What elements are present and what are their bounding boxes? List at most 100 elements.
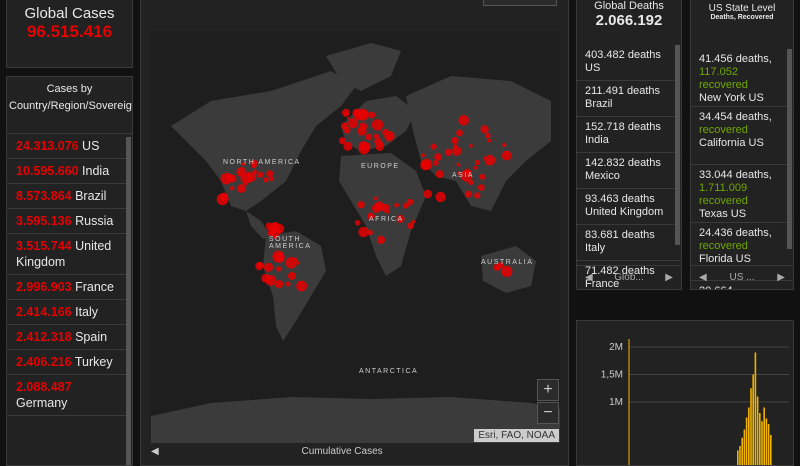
case-dot[interactable] xyxy=(433,160,439,166)
case-dot[interactable] xyxy=(431,144,437,150)
deaths-list-scrollbar[interactable] xyxy=(675,45,680,245)
case-dot[interactable] xyxy=(496,267,500,271)
case-dot[interactable] xyxy=(485,155,496,166)
case-dot[interactable] xyxy=(357,126,366,135)
case-dot[interactable] xyxy=(456,130,463,137)
deaths-list[interactable]: 403.482 deathsUS211.491 deathsBrazil152.… xyxy=(577,45,682,290)
chart-bar[interactable] xyxy=(744,430,746,466)
case-dot[interactable] xyxy=(453,144,457,148)
chart-bar[interactable] xyxy=(741,438,743,466)
case-dot[interactable] xyxy=(372,203,382,213)
country-row[interactable]: 2.406.216 Turkey xyxy=(7,350,127,375)
case-dot[interactable] xyxy=(263,177,268,182)
zoom-out-button[interactable]: − xyxy=(537,402,559,424)
chart-bar[interactable] xyxy=(750,388,752,466)
case-dot[interactable] xyxy=(381,204,390,213)
case-dot[interactable] xyxy=(237,184,246,193)
country-row[interactable]: 10.595.660 India xyxy=(7,159,127,184)
case-dot[interactable] xyxy=(372,119,383,130)
case-dot[interactable] xyxy=(222,196,227,201)
chart-bar[interactable] xyxy=(761,421,763,466)
case-dot[interactable] xyxy=(374,138,382,146)
map-footer[interactable]: ◀ Cumulative Cases xyxy=(151,446,383,457)
case-dot[interactable] xyxy=(485,133,491,139)
case-dot[interactable] xyxy=(359,141,368,150)
country-row[interactable]: 2.412.318 Spain xyxy=(7,325,127,350)
case-dot[interactable] xyxy=(286,282,291,287)
case-dot[interactable] xyxy=(483,157,486,160)
us-state-scrollbar[interactable] xyxy=(787,49,792,249)
world-map[interactable]: NORTH AMERICA SOUTH AMERICA EUROPE AFRIC… xyxy=(151,31,560,443)
daily-cases-chart[interactable]: 2M1,5M1M xyxy=(577,321,794,466)
chevron-left-icon[interactable]: ◀ xyxy=(699,272,707,283)
case-dot[interactable] xyxy=(412,220,415,223)
case-dot[interactable] xyxy=(357,109,369,121)
case-dot[interactable] xyxy=(468,180,473,185)
country-row[interactable]: 2.996.903 France xyxy=(7,275,127,300)
country-row[interactable]: 8.573.864 Brazil xyxy=(7,184,127,209)
case-dot[interactable] xyxy=(445,149,452,156)
case-dot[interactable] xyxy=(341,122,348,129)
case-dot[interactable] xyxy=(407,223,414,230)
case-dot[interactable] xyxy=(488,139,492,143)
case-dot[interactable] xyxy=(261,274,270,283)
deaths-row[interactable]: 211.491 deathsBrazil xyxy=(577,81,682,117)
case-dot[interactable] xyxy=(479,174,485,180)
case-dot[interactable] xyxy=(226,174,234,182)
case-dot[interactable] xyxy=(451,137,458,144)
country-row[interactable]: 24.313.076 US xyxy=(7,134,127,159)
case-dot[interactable] xyxy=(481,125,489,133)
map-attribution[interactable]: Esri, FAO, NOAA xyxy=(474,429,559,442)
case-dot[interactable] xyxy=(297,261,300,264)
chevron-left-icon[interactable]: ◀ xyxy=(585,272,593,283)
country-row[interactable]: 3.595.136 Russia xyxy=(7,209,127,234)
case-dot[interactable] xyxy=(474,192,480,198)
us-state-row[interactable]: 41.456 deaths, 117.052 recoveredNew York… xyxy=(691,49,794,107)
chart-bar[interactable] xyxy=(766,419,768,466)
case-dot[interactable] xyxy=(276,266,281,271)
case-dot[interactable] xyxy=(421,159,432,170)
case-dot[interactable] xyxy=(387,135,391,139)
case-dot[interactable] xyxy=(374,197,378,201)
case-dot[interactable] xyxy=(257,172,263,178)
us-state-list[interactable]: 41.456 deaths, 117.052 recoveredNew York… xyxy=(691,49,794,290)
country-row[interactable]: 3.515.744 United Kingdom xyxy=(7,234,127,275)
case-dot[interactable] xyxy=(230,186,234,190)
case-dot[interactable] xyxy=(502,143,506,147)
deaths-row[interactable]: 83.681 deathsItaly xyxy=(577,225,682,261)
case-dot[interactable] xyxy=(358,227,369,238)
zoom-in-button[interactable]: + xyxy=(537,379,559,401)
deaths-pager[interactable]: ◀ Glob... ▶ xyxy=(577,265,681,289)
case-dot[interactable] xyxy=(457,163,461,167)
us-state-row[interactable]: 34.454 deaths, recoveredCalifornia US xyxy=(691,107,794,165)
case-dot[interactable] xyxy=(452,146,461,155)
deaths-row[interactable]: 403.482 deathsUS xyxy=(577,45,682,81)
case-dot[interactable] xyxy=(266,170,273,177)
chart-bar[interactable] xyxy=(746,417,748,466)
map-toolbar[interactable] xyxy=(483,0,557,6)
chart-bar[interactable] xyxy=(759,413,761,466)
chart-bar[interactable] xyxy=(737,450,739,466)
case-dot[interactable] xyxy=(377,236,385,244)
case-dot[interactable] xyxy=(474,166,478,170)
chevron-left-icon[interactable]: ◀ xyxy=(151,446,159,457)
case-dot[interactable] xyxy=(407,199,414,206)
case-dot[interactable] xyxy=(255,262,263,270)
case-dot[interactable] xyxy=(355,220,361,226)
case-dot[interactable] xyxy=(475,160,480,165)
country-row[interactable]: 2.414.166 Italy xyxy=(7,300,127,325)
case-dot[interactable] xyxy=(264,263,273,272)
case-dot[interactable] xyxy=(294,258,297,261)
country-list-scrollbar[interactable] xyxy=(126,137,131,466)
case-dot[interactable] xyxy=(394,203,399,208)
case-dot[interactable] xyxy=(365,134,372,141)
chart-bar[interactable] xyxy=(763,408,765,466)
chart-bar[interactable] xyxy=(770,435,772,466)
us-state-pager[interactable]: ◀ US ... ▶ xyxy=(691,265,793,289)
case-dot[interactable] xyxy=(343,142,352,151)
case-dot[interactable] xyxy=(241,173,252,184)
deaths-row[interactable]: 142.832 deathsMexico xyxy=(577,153,682,189)
case-dot[interactable] xyxy=(436,170,444,178)
case-dot[interactable] xyxy=(357,201,364,208)
chart-bar[interactable] xyxy=(739,446,741,466)
